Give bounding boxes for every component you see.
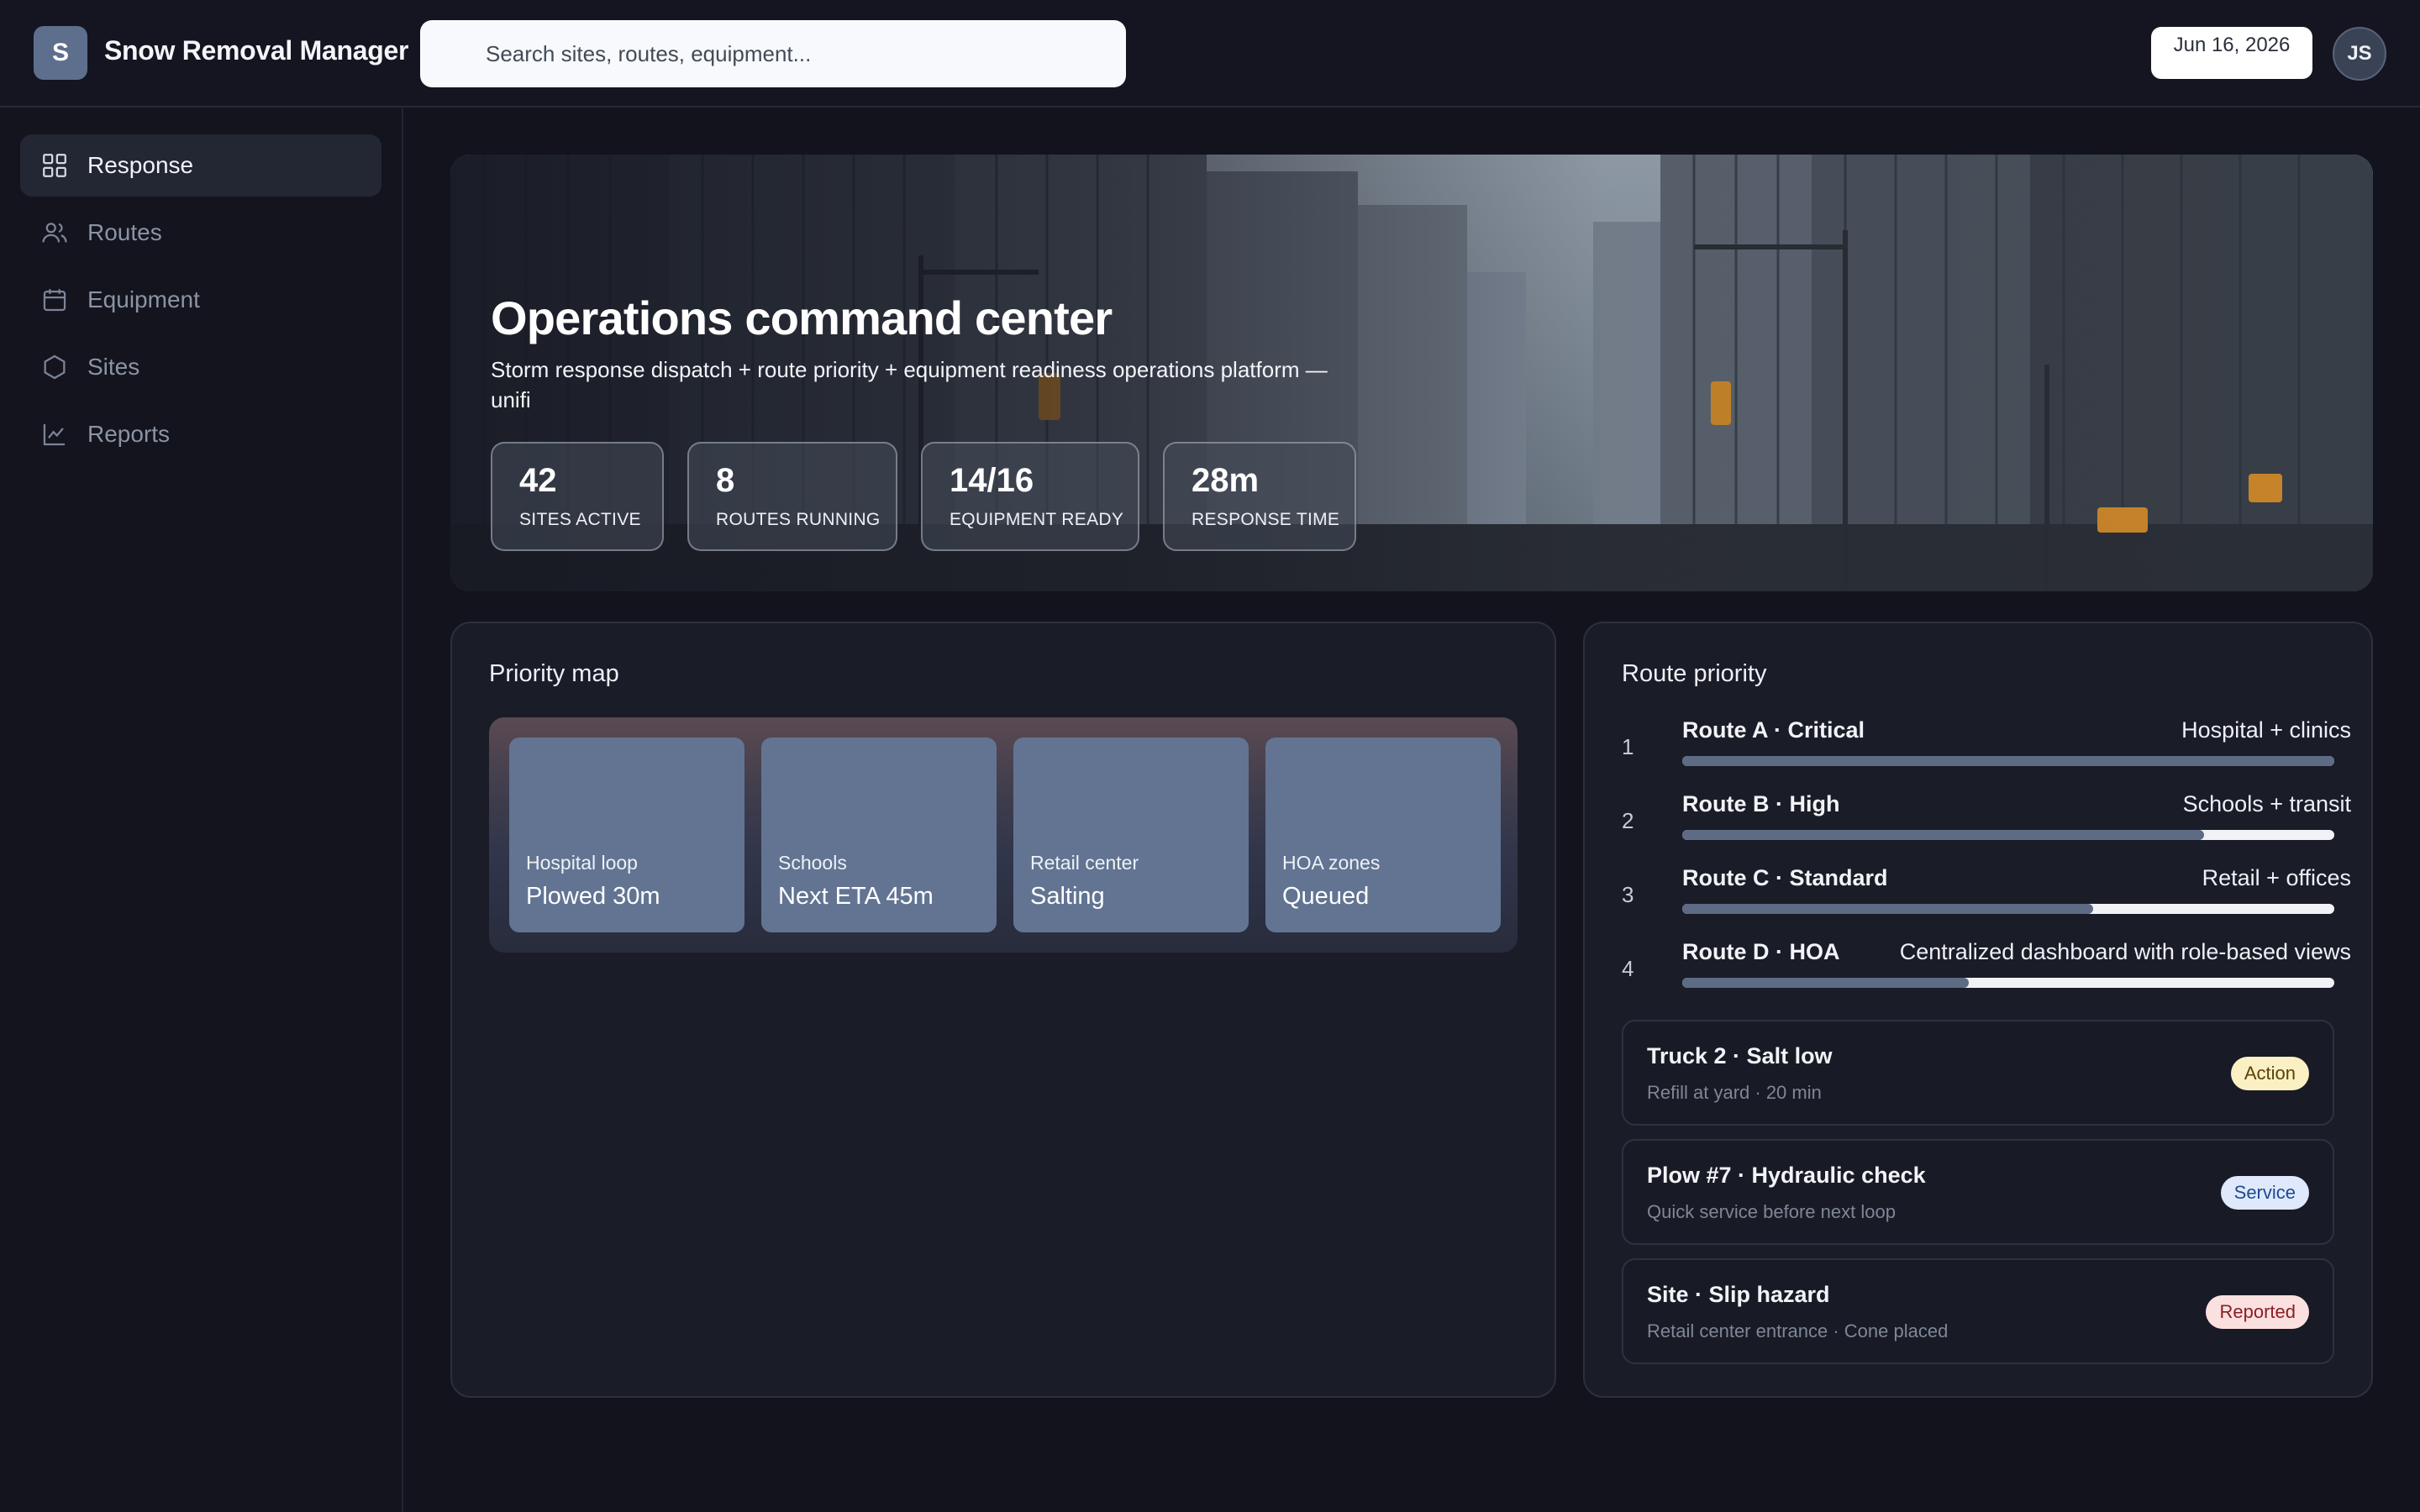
stat-equipment-ready: 14/16 EQUIPMENT READY bbox=[921, 442, 1139, 551]
route-progress-bar bbox=[1682, 904, 2334, 914]
route-progress-bar bbox=[1682, 830, 2334, 840]
route-row-c[interactable]: 3 Route C · Standard Retail + offices bbox=[1622, 857, 2351, 931]
route-progress-fill bbox=[1682, 904, 2093, 914]
status-badge[interactable]: Reported bbox=[2206, 1295, 2309, 1329]
route-progress-bar bbox=[1682, 978, 2334, 988]
route-row-b[interactable]: 2 Route B · High Schools + transit bbox=[1622, 783, 2351, 857]
stat-label: RESPONSE TIME bbox=[1192, 510, 1340, 529]
route-description: Hospital + clinics bbox=[2181, 717, 2351, 743]
map-tile-hoa-zones[interactable]: HOA zones Queued bbox=[1265, 738, 1501, 932]
stat-routes-running: 8 ROUTES RUNNING bbox=[687, 442, 897, 551]
date-picker[interactable]: Jun 16, 2026 bbox=[2151, 27, 2312, 79]
alert-detail: Refill at yard · 20 min bbox=[1647, 1082, 1822, 1103]
route-progress-fill bbox=[1682, 756, 2334, 766]
hero-banner: Operations command center Storm response… bbox=[450, 155, 2373, 591]
alert-plow-hydraulic[interactable]: Plow #7 · Hydraulic check Quick service … bbox=[1622, 1139, 2334, 1245]
tile-label: Hospital loop bbox=[526, 852, 638, 874]
tile-status: Queued bbox=[1282, 883, 1370, 910]
route-name: Route A · Critical bbox=[1682, 717, 1865, 743]
alert-detail: Quick service before next loop bbox=[1647, 1201, 1896, 1222]
route-description: Centralized dashboard with role-based vi… bbox=[1899, 939, 2351, 964]
alert-title: Truck 2 · Salt low bbox=[1647, 1043, 1833, 1068]
line-chart-icon bbox=[40, 420, 69, 449]
route-rank: 4 bbox=[1622, 956, 1634, 981]
alert-detail: Retail center entrance · Cone placed bbox=[1647, 1320, 1949, 1341]
status-badge[interactable]: Action bbox=[2230, 1057, 2309, 1090]
route-progress-bar bbox=[1682, 756, 2334, 766]
route-progress-fill bbox=[1682, 830, 2204, 840]
sidebar-item-reports[interactable]: Reports bbox=[20, 403, 381, 465]
route-rank: 3 bbox=[1622, 882, 1634, 907]
card-title: Priority map bbox=[489, 660, 619, 687]
priority-map-card: Priority map Hospital loop Plowed 30m Sc… bbox=[450, 622, 1556, 1398]
route-name: Route B · High bbox=[1682, 791, 1840, 816]
sidebar-item-label: Equipment bbox=[87, 286, 200, 312]
card-title: Route priority bbox=[1622, 660, 1767, 687]
tile-label: HOA zones bbox=[1282, 852, 1381, 874]
sidebar-item-label: Sites bbox=[87, 354, 140, 380]
stat-value: 42 bbox=[519, 462, 557, 499]
sidebar-item-response[interactable]: Response bbox=[20, 134, 381, 197]
route-rank: 1 bbox=[1622, 734, 1634, 759]
stat-sites-active: 42 SITES ACTIVE bbox=[491, 442, 664, 551]
route-row-d[interactable]: 4 Route D · HOA Centralized dashboard wi… bbox=[1622, 931, 2351, 1005]
alert-title: Plow #7 · Hydraulic check bbox=[1647, 1163, 1926, 1188]
sidebar-item-label: Response bbox=[87, 152, 194, 178]
stat-label: ROUTES RUNNING bbox=[716, 510, 881, 529]
stat-response-time: 28m RESPONSE TIME bbox=[1163, 442, 1356, 551]
app-title: Snow Removal Manager bbox=[104, 35, 409, 66]
alert-slip-hazard[interactable]: Site · Slip hazard Retail center entranc… bbox=[1622, 1258, 2334, 1364]
search-input[interactable] bbox=[420, 20, 1126, 87]
route-progress-fill bbox=[1682, 978, 1970, 988]
route-description: Retail + offices bbox=[2202, 865, 2351, 890]
calendar-icon bbox=[40, 286, 69, 314]
stat-value: 28m bbox=[1192, 462, 1260, 499]
app-logo[interactable]: S bbox=[34, 26, 87, 80]
user-avatar[interactable]: JS bbox=[2333, 27, 2386, 81]
route-priority-card: Route priority 1 Route A · Critical Hosp… bbox=[1583, 622, 2373, 1398]
sidebar-item-equipment[interactable]: Equipment bbox=[20, 269, 381, 331]
sidebar-item-sites[interactable]: Sites bbox=[20, 336, 381, 398]
map-tile-hospital-loop[interactable]: Hospital loop Plowed 30m bbox=[509, 738, 744, 932]
priority-map: Hospital loop Plowed 30m Schools Next ET… bbox=[489, 717, 1518, 953]
stat-label: EQUIPMENT READY bbox=[950, 510, 1124, 529]
stat-value: 14/16 bbox=[950, 462, 1034, 499]
stat-label: SITES ACTIVE bbox=[519, 510, 641, 529]
hero-subtitle: Storm response dispatch + route priority… bbox=[491, 357, 1328, 412]
route-rank: 2 bbox=[1622, 808, 1634, 833]
route-row-a[interactable]: 1 Route A · Critical Hospital + clinics bbox=[1622, 709, 2351, 783]
alert-title: Site · Slip hazard bbox=[1647, 1282, 1830, 1307]
hexagon-icon bbox=[40, 353, 69, 381]
map-tile-schools[interactable]: Schools Next ETA 45m bbox=[761, 738, 997, 932]
top-bar: S Snow Removal Manager Jun 16, 2026 JS bbox=[0, 0, 2420, 108]
tile-status: Next ETA 45m bbox=[778, 883, 934, 910]
status-badge[interactable]: Service bbox=[2220, 1176, 2309, 1210]
stat-value: 8 bbox=[716, 462, 735, 499]
sidebar: Response Routes Equipment Sites Reports bbox=[0, 108, 403, 1512]
alert-truck-salt-low[interactable]: Truck 2 · Salt low Refill at yard · 20 m… bbox=[1622, 1020, 2334, 1126]
route-name: Route D · HOA bbox=[1682, 939, 1840, 964]
tile-status: Plowed 30m bbox=[526, 883, 660, 910]
sidebar-item-label: Routes bbox=[87, 219, 162, 245]
route-name: Route C · Standard bbox=[1682, 865, 1888, 890]
sidebar-item-label: Reports bbox=[87, 421, 171, 447]
tile-label: Retail center bbox=[1030, 852, 1139, 874]
tile-label: Schools bbox=[778, 852, 847, 874]
map-tile-retail-center[interactable]: Retail center Salting bbox=[1013, 738, 1249, 932]
tile-status: Salting bbox=[1030, 883, 1105, 910]
users-icon bbox=[40, 218, 69, 247]
route-description: Schools + transit bbox=[2182, 791, 2351, 816]
grid-icon bbox=[40, 151, 69, 180]
hero-title: Operations command center bbox=[491, 291, 1113, 344]
sidebar-item-routes[interactable]: Routes bbox=[20, 202, 381, 264]
